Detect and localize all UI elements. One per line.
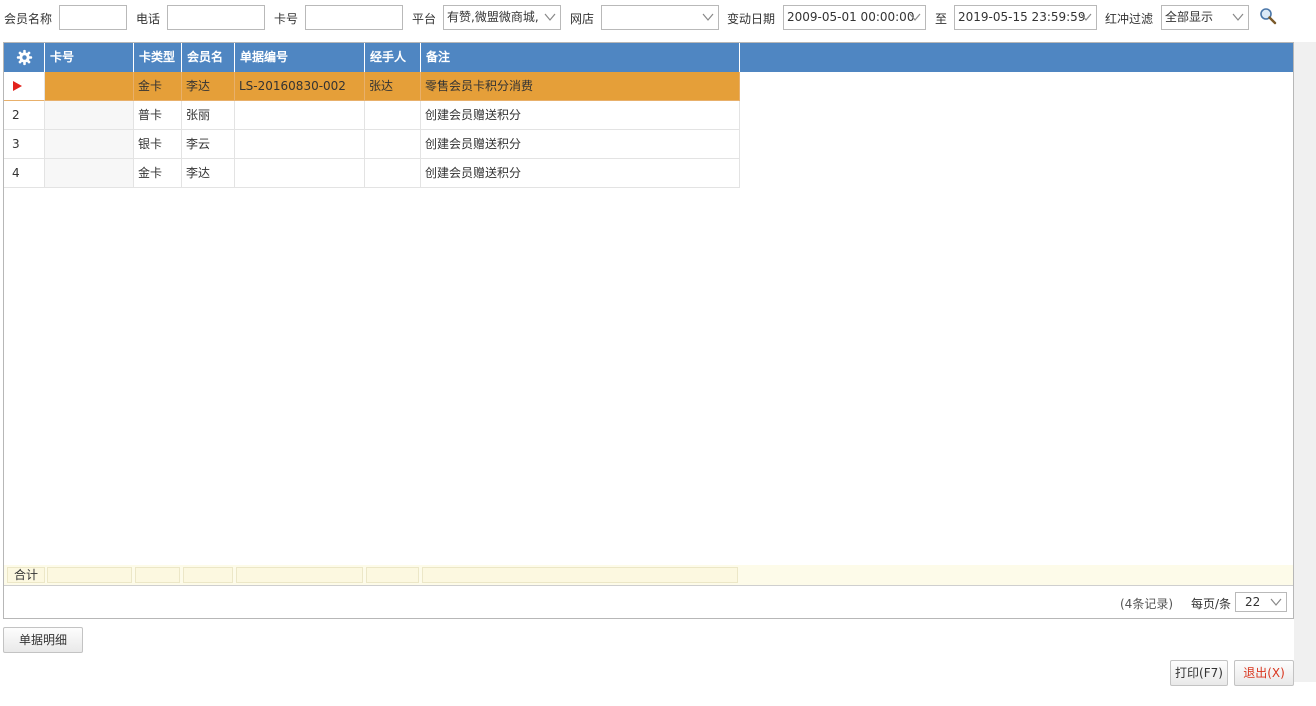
column-header-member[interactable]: 会员名 bbox=[182, 43, 235, 72]
date-to-label: 至 bbox=[935, 12, 948, 26]
pager: (4条记录) 每页/条 22 bbox=[4, 586, 1293, 618]
summary-cell bbox=[183, 567, 233, 583]
summary-cell bbox=[422, 567, 738, 583]
table-row[interactable]: 2 普卡 张丽 创建会员赠送积分 bbox=[4, 101, 740, 130]
row-index: 2 bbox=[4, 101, 45, 130]
cell-member: 李云 bbox=[182, 130, 235, 159]
cell-card-type: 银卡 bbox=[134, 130, 182, 159]
cell-card-no bbox=[45, 101, 134, 130]
filter-bar: 会员名称 电话 卡号 平台 有赞,微盟微商城, 网店 变动日期 2009-05-… bbox=[0, 4, 1316, 32]
column-header-remark[interactable]: 备注 bbox=[421, 43, 740, 72]
per-page-select[interactable]: 22 bbox=[1235, 592, 1287, 612]
cell-doc-no bbox=[235, 159, 365, 188]
record-count: (4条记录) bbox=[1120, 597, 1173, 611]
row-indicator bbox=[4, 72, 45, 101]
date-to-select[interactable]: 2019-05-15 23:59:59 bbox=[954, 5, 1097, 30]
platform-label: 平台 bbox=[412, 12, 437, 26]
column-header-card-type[interactable]: 卡类型 bbox=[134, 43, 182, 72]
date-label: 变动日期 bbox=[727, 12, 776, 26]
print-button[interactable]: 打印(F7) bbox=[1170, 660, 1228, 686]
grid-header: 卡号 卡类型 会员名 单据编号 经手人 备注 bbox=[4, 43, 1293, 72]
cell-handler bbox=[365, 101, 421, 130]
shop-select[interactable] bbox=[601, 5, 719, 30]
chevron-down-icon bbox=[909, 13, 921, 21]
cell-doc-no bbox=[235, 101, 365, 130]
chevron-down-icon bbox=[702, 13, 714, 21]
cell-member: 李达 bbox=[182, 159, 235, 188]
row-index: 3 bbox=[4, 130, 45, 159]
phone-label: 电话 bbox=[136, 12, 161, 26]
shop-label: 网店 bbox=[570, 12, 595, 26]
scrollbar[interactable] bbox=[1294, 42, 1316, 682]
reversal-filter-select[interactable]: 全部显示 bbox=[1161, 5, 1249, 30]
summary-cell bbox=[135, 567, 180, 583]
date-to-value: 2019-05-15 23:59:59 bbox=[958, 10, 1086, 24]
table-row[interactable]: 4 金卡 李达 创建会员赠送积分 bbox=[4, 159, 740, 188]
reversal-filter-label: 红冲过滤 bbox=[1105, 12, 1154, 26]
column-header-handler[interactable]: 经手人 bbox=[365, 43, 421, 72]
cell-remark: 创建会员赠送积分 bbox=[421, 101, 740, 130]
chevron-down-icon bbox=[1232, 13, 1244, 21]
search-icon[interactable] bbox=[1259, 7, 1277, 25]
table-row[interactable]: 金卡 李达 LS-20160830-002 张达 零售会员卡积分消费 bbox=[4, 72, 740, 101]
summary-cell bbox=[47, 567, 132, 583]
cell-card-no bbox=[45, 72, 134, 101]
platform-value: 有赞,微盟微商城, bbox=[447, 10, 539, 24]
cell-card-type: 金卡 bbox=[134, 159, 182, 188]
cell-handler: 张达 bbox=[365, 72, 421, 101]
summary-label: 合计 bbox=[7, 567, 45, 583]
gear-icon bbox=[16, 49, 33, 66]
cell-card-type: 普卡 bbox=[134, 101, 182, 130]
row-index: 4 bbox=[4, 159, 45, 188]
summary-row: 合计 bbox=[4, 565, 1293, 586]
exit-button[interactable]: 退出(X) bbox=[1234, 660, 1294, 686]
cell-remark: 创建会员赠送积分 bbox=[421, 130, 740, 159]
detail-button[interactable]: 单据明细 bbox=[3, 627, 83, 653]
column-settings[interactable] bbox=[4, 43, 45, 72]
column-header-doc-no[interactable]: 单据编号 bbox=[235, 43, 365, 72]
card-no-label: 卡号 bbox=[274, 12, 299, 26]
cell-card-no bbox=[45, 159, 134, 188]
card-no-input[interactable] bbox=[305, 5, 403, 30]
cell-member: 李达 bbox=[182, 72, 235, 101]
chevron-down-icon bbox=[1080, 13, 1092, 21]
platform-select[interactable]: 有赞,微盟微商城, bbox=[443, 5, 561, 30]
reversal-filter-value: 全部显示 bbox=[1165, 10, 1214, 24]
per-page-value: 22 bbox=[1245, 595, 1261, 609]
cell-handler bbox=[365, 159, 421, 188]
cell-remark: 创建会员赠送积分 bbox=[421, 159, 740, 188]
cell-doc-no bbox=[235, 130, 365, 159]
column-header-card-no[interactable]: 卡号 bbox=[45, 43, 134, 72]
date-from-select[interactable]: 2009-05-01 00:00:00 bbox=[783, 5, 926, 30]
cell-remark: 零售会员卡积分消费 bbox=[421, 72, 740, 101]
member-name-label: 会员名称 bbox=[4, 12, 53, 26]
cell-doc-no: LS-20160830-002 bbox=[235, 72, 365, 101]
summary-cell bbox=[366, 567, 419, 583]
cell-handler bbox=[365, 130, 421, 159]
date-from-value: 2009-05-01 00:00:00 bbox=[787, 10, 915, 24]
member-name-input[interactable] bbox=[59, 5, 127, 30]
cell-card-no bbox=[45, 130, 134, 159]
per-page-label: 每页/条 bbox=[1190, 597, 1231, 611]
chevron-down-icon bbox=[1270, 598, 1282, 606]
cell-card-type: 金卡 bbox=[134, 72, 182, 101]
table-row[interactable]: 3 银卡 李云 创建会员赠送积分 bbox=[4, 130, 740, 159]
summary-cell bbox=[236, 567, 363, 583]
chevron-down-icon bbox=[544, 13, 556, 21]
phone-input[interactable] bbox=[167, 5, 265, 30]
cell-member: 张丽 bbox=[182, 101, 235, 130]
row-pointer-icon bbox=[13, 81, 22, 91]
data-grid: 卡号 卡类型 会员名 单据编号 经手人 备注 金卡 李达 LS-20160830… bbox=[3, 42, 1294, 619]
